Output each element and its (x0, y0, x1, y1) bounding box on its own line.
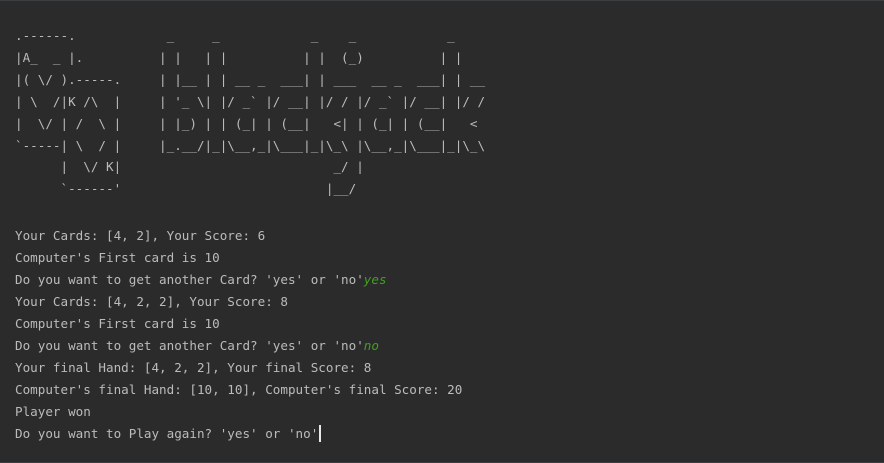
console-line: Player won (15, 401, 884, 423)
console-line: Your Cards: [4, 2, 2], Your Score: 8 (15, 291, 884, 313)
console-line: Computer's First card is 10 (15, 247, 884, 269)
output-text: Computer's final Hand: [10, 10], Compute… (15, 382, 463, 397)
output-text: Your final Hand: [4, 2, 2], Your final S… (15, 360, 372, 375)
console-line: Computer's First card is 10 (15, 313, 884, 335)
output-text: Computer's First card is 10 (15, 250, 220, 265)
console-line: Your final Hand: [4, 2, 2], Your final S… (15, 357, 884, 379)
console-input-line[interactable]: Do you want to Play again? 'yes' or 'no' (15, 423, 884, 445)
output-text: Do you want to get another Card? 'yes' o… (15, 272, 364, 287)
output-text: Your Cards: [4, 2], Your Score: 6 (15, 228, 266, 243)
console-line: Do you want to get another Card? 'yes' o… (15, 269, 884, 291)
text-caret (319, 425, 322, 442)
run-console[interactable]: .------. _ _ _ _ _ |A_ _ |. | | | | | | … (0, 0, 884, 463)
user-input-echo: yes (363, 272, 387, 287)
console-output: Your Cards: [4, 2], Your Score: 6 Comput… (15, 225, 884, 445)
output-text: Your Cards: [4, 2, 2], Your Score: 8 (15, 294, 288, 309)
output-text: Computer's First card is 10 (15, 316, 220, 331)
console-line: Your Cards: [4, 2], Your Score: 6 (15, 225, 884, 247)
output-text: Do you want to Play again? 'yes' or 'no' (15, 426, 319, 441)
user-input-echo: no (363, 338, 379, 353)
console-line: Computer's final Hand: [10, 10], Compute… (15, 379, 884, 401)
console-line: Do you want to get another Card? 'yes' o… (15, 335, 884, 357)
blackjack-ascii-logo: .------. _ _ _ _ _ |A_ _ |. | | | | | | … (15, 28, 486, 197)
output-text: Player won (15, 404, 91, 419)
output-text: Do you want to get another Card? 'yes' o… (15, 338, 364, 353)
